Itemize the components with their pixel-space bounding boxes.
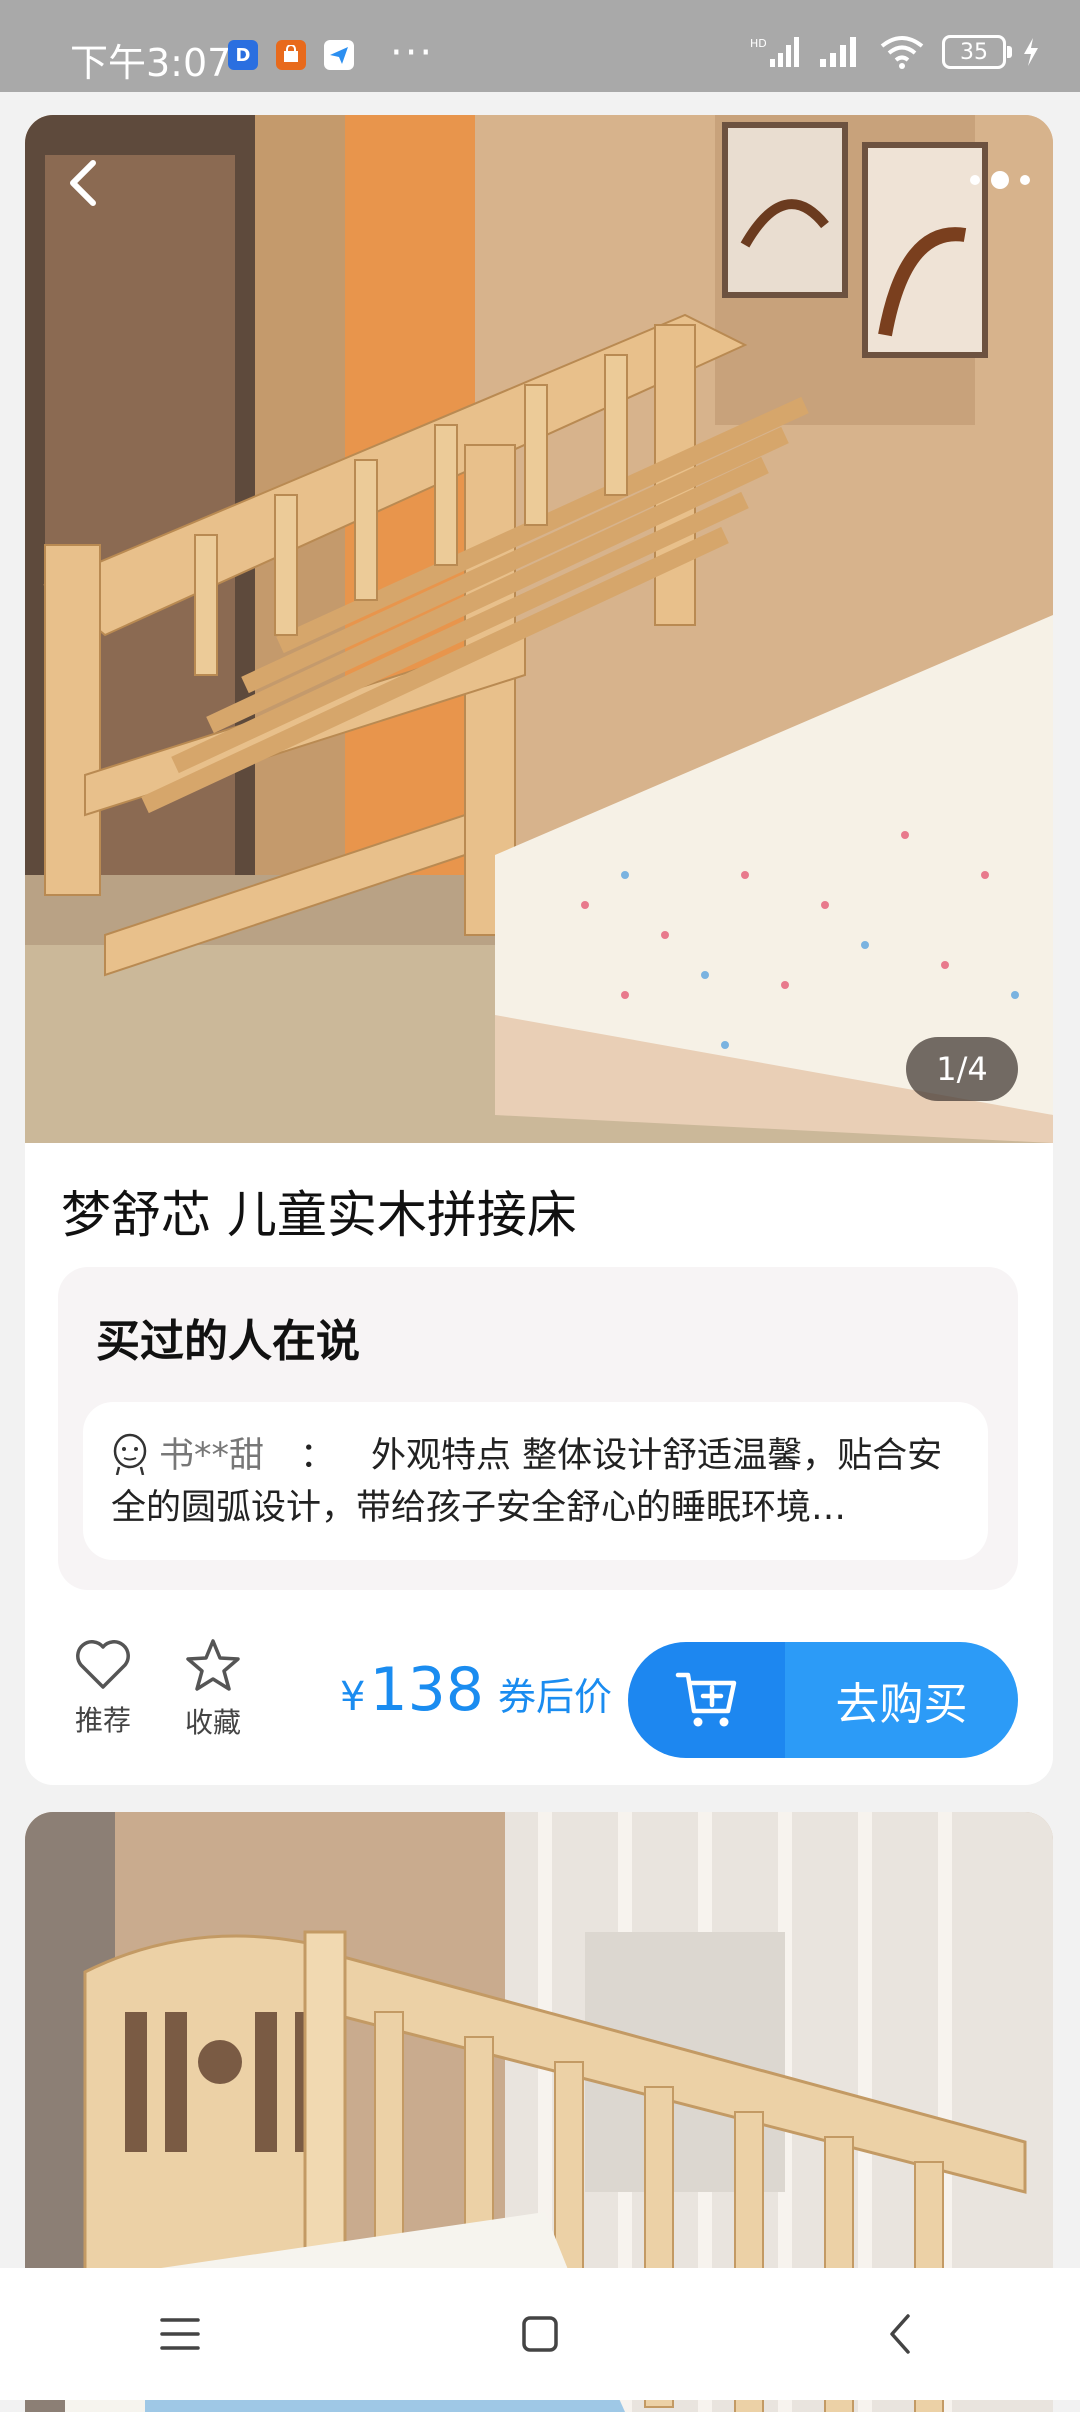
star-icon [186,1639,240,1691]
purchase-button-group: 去购买 [628,1642,1018,1758]
more-options-button[interactable] [965,165,1035,195]
price-display: ¥ 138 券后价 [340,1655,612,1725]
system-navigation-bar [0,2268,1080,2400]
wifi-icon [880,36,924,69]
cart-add-icon [675,1672,736,1727]
battery-indicator: 35 [942,35,1012,69]
buy-now-button[interactable]: 去购买 [785,1642,1018,1758]
back-arrow-icon [890,2314,910,2354]
send-app-icon [324,40,354,70]
review-text-block: 书**甜：外观特点 整体设计舒适温馨，贴合安全的圆弧设计，带给孩子安全舒心的睡眠… [111,1430,961,1534]
back-nav-button[interactable] [870,2304,930,2364]
review-item[interactable]: 书**甜：外观特点 整体设计舒适温馨，贴合安全的圆弧设计，带给孩子安全舒心的睡眠… [83,1402,988,1560]
reviewer-name: 书**甜 [159,1436,265,1476]
hd-signal-icon: HD [750,37,799,67]
reviewer-separator: ： [300,1436,336,1476]
menu-icon [160,2318,200,2350]
price-symbol: ¥ [340,1674,366,1720]
favorite-button[interactable]: 收藏 [168,1637,258,1741]
product-title: 梦舒芯 儿童实木拼接床 [61,1186,577,1244]
add-to-cart-button[interactable] [628,1642,785,1758]
recommend-label: 推荐 [74,1704,131,1737]
heart-icon [76,1640,130,1689]
review-heading: 买过的人在说 [96,1316,360,1367]
signal-icon [820,37,856,67]
home-nav-button[interactable] [510,2304,570,2364]
status-app-icons: D [228,40,354,70]
review-panel: 买过的人在说 书**甜：外观特点 整体设计舒适温馨，贴合安全的圆弧设计，带给孩子… [58,1267,1018,1590]
shop-app-icon [276,40,306,70]
reviewer-avatar-icon [113,1433,147,1476]
favorite-label: 收藏 [184,1706,241,1739]
image-page-indicator: 1/4 [906,1037,1018,1101]
product-card: 1/4 梦舒芯 儿童实木拼接床 买过的人在说 书**甜：外观特点 整体设计舒适温… [25,115,1053,1785]
price-value: 138 [369,1655,484,1725]
status-time: 下午3:07 [70,41,232,85]
svg-text:HD: HD [750,37,767,50]
price-note: 券后价 [497,1675,612,1719]
home-square-icon [522,2316,558,2352]
back-button[interactable] [55,153,115,213]
product-action-bar: 推荐 收藏 ¥ 138 券后价 去购买 [25,1625,1053,1758]
status-indicators: HD 35 [750,34,1040,70]
d-app-icon: D [228,40,258,70]
recommend-button[interactable]: 推荐 [58,1637,148,1739]
status-bar: 下午3:07 D ··· HD 35 [0,0,1080,92]
menu-nav-button[interactable] [150,2304,210,2364]
product-image[interactable]: 1/4 [25,115,1053,1143]
charging-icon [1024,38,1038,66]
more-notifications-icon: ··· [390,30,435,76]
